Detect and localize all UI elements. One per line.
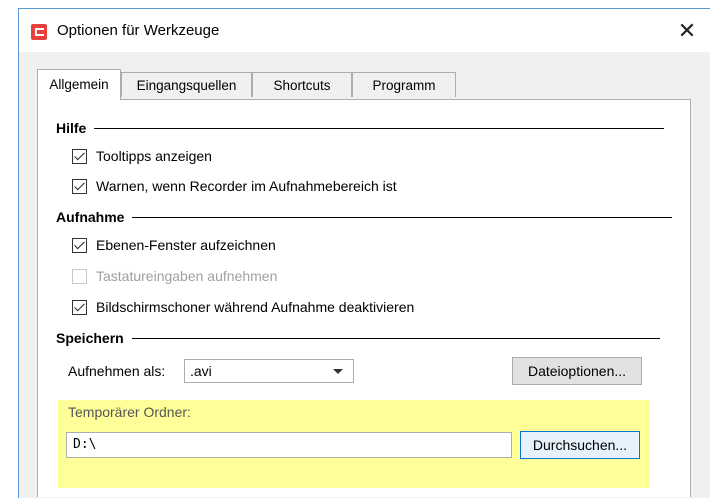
save-format-select[interactable]: .avi [184,359,354,383]
group-divider [132,216,673,218]
group-divider [131,337,660,339]
tab-allgemein[interactable]: Allgemein [37,69,121,100]
title-bar: Optionen für Werkzeuge ✕ [19,9,710,52]
checkbox-label: Tastatureingaben aufnehmen [96,268,278,284]
checkbox-label: Ebenen-Fenster aufzeichnen [96,237,276,253]
group-hilfe: Hilfe [56,120,665,136]
group-title-aufnahme: Aufnahme [56,209,125,225]
group-title-hilfe: Hilfe [56,120,87,136]
temp-folder-label: Temporärer Ordner: [68,404,191,420]
temp-folder-input[interactable]: D:\ [66,432,512,458]
save-format-value: .avi [190,363,212,379]
chevron-down-icon[interactable] [333,369,343,374]
check-icon[interactable] [72,237,87,253]
close-icon[interactable]: ✕ [672,17,702,47]
checkbox-tooltipps[interactable]: Tooltipps anzeigen [72,148,212,164]
browse-button[interactable]: Durchsuchen... [520,431,640,459]
tab-eingangsquellen[interactable]: Eingangsquellen [121,72,252,97]
check-icon[interactable] [72,148,87,164]
checkbox-ebenen-fenster[interactable]: Ebenen-Fenster aufzeichnen [72,237,276,253]
check-icon[interactable] [72,299,87,315]
checkbox-tastatureingaben: Tastatureingaben aufnehmen [72,268,277,284]
group-divider [94,127,665,129]
window-title: Optionen für Werkzeuge [57,22,220,39]
checkbox-box [72,268,87,284]
save-as-label: Aufnehmen als: [68,363,166,379]
app-logo-icon [31,24,47,40]
checkbox-label: Warnen, wenn Recorder im Aufnahmebereich… [96,178,397,194]
checkbox-label: Tooltipps anzeigen [96,148,212,164]
group-title-speichern: Speichern [56,330,124,346]
tab-programm[interactable]: Programm [352,72,456,97]
tab-shortcuts[interactable]: Shortcuts [252,72,352,97]
group-aufnahme: Aufnahme [56,209,673,225]
background-strip [0,0,710,8]
group-speichern: Speichern [56,330,660,346]
file-options-button[interactable]: Dateioptionen... [512,357,642,385]
checkbox-label: Bildschirmschoner während Aufnahme deakt… [96,299,415,315]
checkbox-warnen-recorder[interactable]: Warnen, wenn Recorder im Aufnahmebereich… [72,178,397,194]
checkbox-bildschirmschoner[interactable]: Bildschirmschoner während Aufnahme deakt… [72,299,414,315]
check-icon[interactable] [72,178,87,194]
